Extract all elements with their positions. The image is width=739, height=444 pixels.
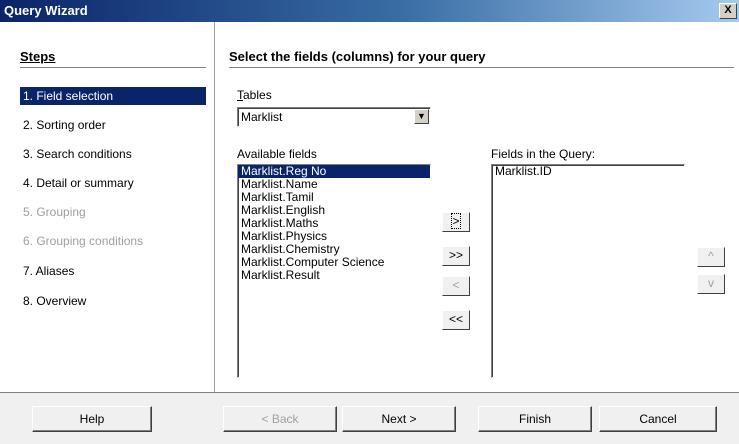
field-selection-page: Select the fields (columns) for your que… xyxy=(215,22,739,392)
chevron-down-icon[interactable]: ▼ xyxy=(414,109,429,124)
step-item: 5. Grouping xyxy=(23,205,86,219)
step-item[interactable]: 2. Sorting order xyxy=(20,116,206,134)
steps-heading: Steps xyxy=(20,49,56,64)
help-button[interactable]: Help xyxy=(32,406,152,432)
cancel-button-label: Cancel xyxy=(639,412,677,426)
available-fields-list[interactable]: Marklist.Reg No Marklist.Name Marklist.Tam… xyxy=(237,164,431,378)
tables-dropdown-value: Marklist xyxy=(241,110,283,124)
help-button-label: Help xyxy=(79,412,105,426)
arrow-up-icon: ^ xyxy=(708,249,714,263)
next-button-label: Next > xyxy=(381,412,417,426)
double-arrow-left-icon: << xyxy=(448,312,463,326)
list-item[interactable]: Marklist.Result xyxy=(238,269,430,282)
window-title: Query Wizard xyxy=(4,3,88,18)
move-all-right-button[interactable]: >> xyxy=(442,246,470,266)
move-down-button[interactable]: v xyxy=(697,274,725,294)
close-icon: X xyxy=(724,4,732,16)
title-bar: Query Wizard X xyxy=(0,0,739,22)
cancel-button[interactable]: Cancel xyxy=(599,406,717,432)
step-item[interactable]: 3. Search conditions xyxy=(20,145,206,163)
finish-button[interactable]: Finish xyxy=(478,406,592,432)
move-all-left-button[interactable]: << xyxy=(442,310,470,330)
double-arrow-right-icon: >> xyxy=(448,248,463,262)
arrow-right-icon: > xyxy=(451,213,461,229)
tables-label: Tables xyxy=(237,88,272,102)
steps-divider xyxy=(20,67,206,68)
tables-dropdown[interactable]: Marklist ▼ xyxy=(237,107,431,127)
arrow-down-icon: v xyxy=(708,276,714,290)
query-fields-label: Fields in the Query: xyxy=(491,147,596,161)
next-button[interactable]: Next > xyxy=(342,406,456,432)
step-item[interactable]: 8. Overview xyxy=(20,292,206,310)
wizard-window: Steps 1. Field selection 2. Sorting order… xyxy=(0,22,739,444)
finish-button-label: Finish xyxy=(518,412,551,426)
list-item[interactable]: Marklist.ID xyxy=(492,165,684,178)
move-up-button[interactable]: ^ xyxy=(697,247,725,267)
page-title: Select the fields (columns) for your que… xyxy=(229,49,486,64)
step-item[interactable]: 1. Field selection xyxy=(20,87,206,105)
back-button[interactable]: < Back xyxy=(223,406,337,432)
step-item[interactable]: 7. Aliases xyxy=(20,262,206,280)
available-fields-label: Available fields xyxy=(237,147,317,161)
footer-divider xyxy=(0,392,739,393)
back-button-label: < Back xyxy=(261,412,299,426)
move-selected-right-button[interactable]: > xyxy=(442,212,470,232)
step-item: 6. Grouping conditions xyxy=(23,234,144,248)
page-title-divider xyxy=(229,67,734,68)
move-selected-left-button[interactable]: < xyxy=(442,276,470,296)
step-item[interactable]: 4. Detail or summary xyxy=(20,174,206,192)
steps-panel: Steps 1. Field selection 2. Sorting order… xyxy=(0,22,215,392)
close-button[interactable]: X xyxy=(719,3,737,19)
arrow-left-icon: < xyxy=(452,278,460,292)
query-fields-list[interactable]: Marklist.ID xyxy=(491,164,685,378)
